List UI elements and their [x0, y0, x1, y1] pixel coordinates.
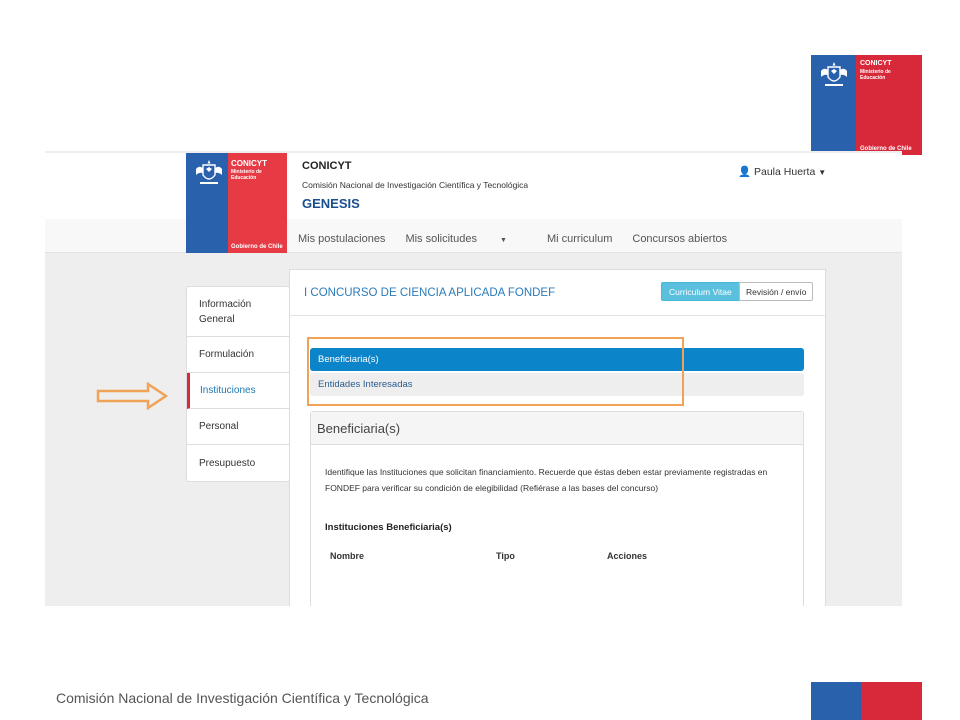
- caret-down-icon: ▼: [818, 168, 827, 177]
- conicyt-logo: CONICYT Ministerio de Educación Gobierno…: [811, 55, 922, 155]
- nav-mis-solicitudes-label: Mis solicitudes: [405, 233, 477, 245]
- nav-mis-postulaciones[interactable]: Mis postulaciones: [298, 233, 385, 245]
- navbar-logo-gov: Gobierno de Chile: [231, 244, 283, 250]
- sidebar-item-personal[interactable]: Personal: [187, 409, 289, 445]
- navbar-logo-name: CONICYT: [231, 159, 267, 168]
- main-nav: Mis postulaciones Mis solicitudes ▼ Mi c…: [298, 233, 747, 245]
- footer-logo-red: [861, 682, 922, 720]
- column-header-tipo: Tipo: [496, 551, 515, 561]
- user-icon: 👤: [738, 166, 752, 178]
- nav-mi-curriculum[interactable]: Mi curriculum: [547, 233, 612, 245]
- navbar-logo-ministry: Ministerio de Educación: [231, 169, 262, 181]
- logo-red-block: CONICYT Ministerio de Educación Gobierno…: [856, 55, 922, 155]
- curriculum-vitae-button[interactable]: Curriculum Vitae: [661, 282, 740, 301]
- sidebar-item-informacion-general[interactable]: Información General: [187, 287, 289, 337]
- logo-blue-block: [811, 55, 856, 155]
- slide: CONICYT Ministerio de Educación Gobierno…: [0, 0, 960, 720]
- sidebar-item-presupuesto[interactable]: Presupuesto: [187, 445, 289, 481]
- column-header-nombre: Nombre: [330, 551, 365, 561]
- beneficiarias-panel: Beneficiaria(s) Identifique las Instituc…: [310, 411, 804, 606]
- revision-envio-button[interactable]: Revisión / envío: [739, 282, 814, 301]
- user-name: Paula Huerta: [754, 166, 816, 178]
- page-title: I CONCURSO DE CIENCIA APLICADA FONDEF: [304, 287, 556, 299]
- footer-flag-logo: [811, 682, 922, 720]
- main-panel: I CONCURSO DE CIENCIA APLICADA FONDEF Cu…: [289, 269, 826, 606]
- navbar-logo-blue: [186, 153, 228, 253]
- nav-concursos-abiertos[interactable]: Concursos abiertos: [632, 233, 727, 245]
- coat-of-arms-icon: [196, 160, 222, 184]
- coat-of-arms-icon: [821, 62, 847, 86]
- caret-down-icon: ▼: [500, 237, 507, 244]
- logo-name: CONICYT: [860, 60, 892, 67]
- arrow-right-icon: [96, 382, 168, 410]
- navbar: CONICYT Ministerio de Educación Gobierno…: [45, 153, 902, 253]
- footer-logo-blue: [811, 682, 861, 720]
- user-menu[interactable]: 👤 Paula Huerta ▼: [738, 165, 826, 178]
- highlight-box: [307, 337, 684, 406]
- section-heading: Beneficiaria(s): [311, 412, 803, 445]
- logo-ministry: Ministerio de Educación: [860, 69, 891, 81]
- sidebar-item-instituciones[interactable]: Instituciones: [187, 373, 289, 409]
- navbar-logo-red: CONICYT Ministerio de Educación Gobierno…: [228, 153, 287, 253]
- sidebar-item-formulacion[interactable]: Formulación: [187, 337, 289, 373]
- section-subheading: Instituciones Beneficiaria(s): [325, 522, 452, 533]
- app-name: GENESIS: [302, 196, 360, 211]
- nav-mis-solicitudes[interactable]: Mis solicitudes ▼: [405, 233, 527, 245]
- column-header-acciones: Acciones: [607, 551, 648, 561]
- brand-title: CONICYT: [302, 160, 352, 172]
- navbar-logo[interactable]: CONICYT Ministerio de Educación Gobierno…: [186, 153, 287, 253]
- panel-header: I CONCURSO DE CIENCIA APLICADA FONDEF Cu…: [290, 270, 825, 316]
- section-description: Identifique las Instituciones que solici…: [325, 467, 768, 493]
- footer-text: Comisión Nacional de Investigación Cient…: [56, 690, 429, 706]
- brand-subtitle: Comisión Nacional de Investigación Cient…: [302, 180, 529, 190]
- sidebar: Información General Formulación Instituc…: [186, 286, 290, 482]
